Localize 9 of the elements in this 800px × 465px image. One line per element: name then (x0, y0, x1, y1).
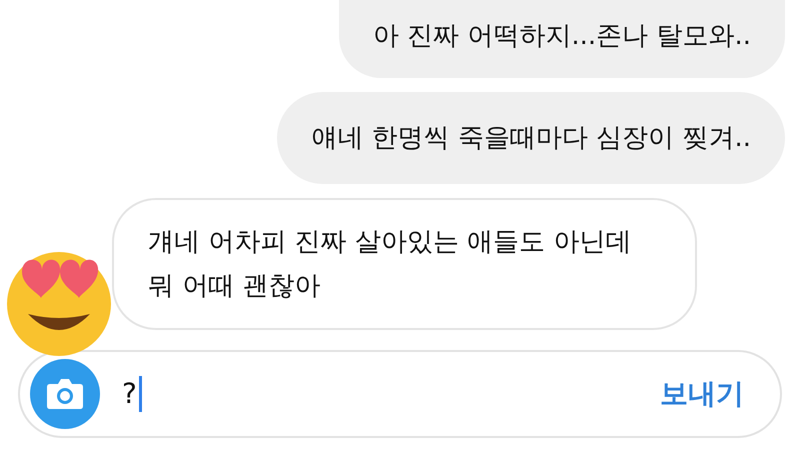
text-cursor (138, 376, 142, 412)
sent-message-bubble: 얘네 한명씩 죽을때마다 심장이 찢겨.. (277, 92, 785, 184)
message-input-bar[interactable]: ? 보내기 (18, 350, 782, 438)
send-button[interactable]: 보내기 (660, 373, 744, 415)
received-message-bubble: 걔네 어차피 진짜 살아있는 애들도 아닌데 뭐 어때 괜찮아 (112, 198, 697, 330)
camera-button[interactable] (30, 359, 100, 429)
message-text: ? (122, 376, 137, 412)
camera-icon (46, 378, 84, 410)
sent-message-bubble: 아 진짜 어떡하지...존나 탈모와.. (338, 0, 785, 78)
